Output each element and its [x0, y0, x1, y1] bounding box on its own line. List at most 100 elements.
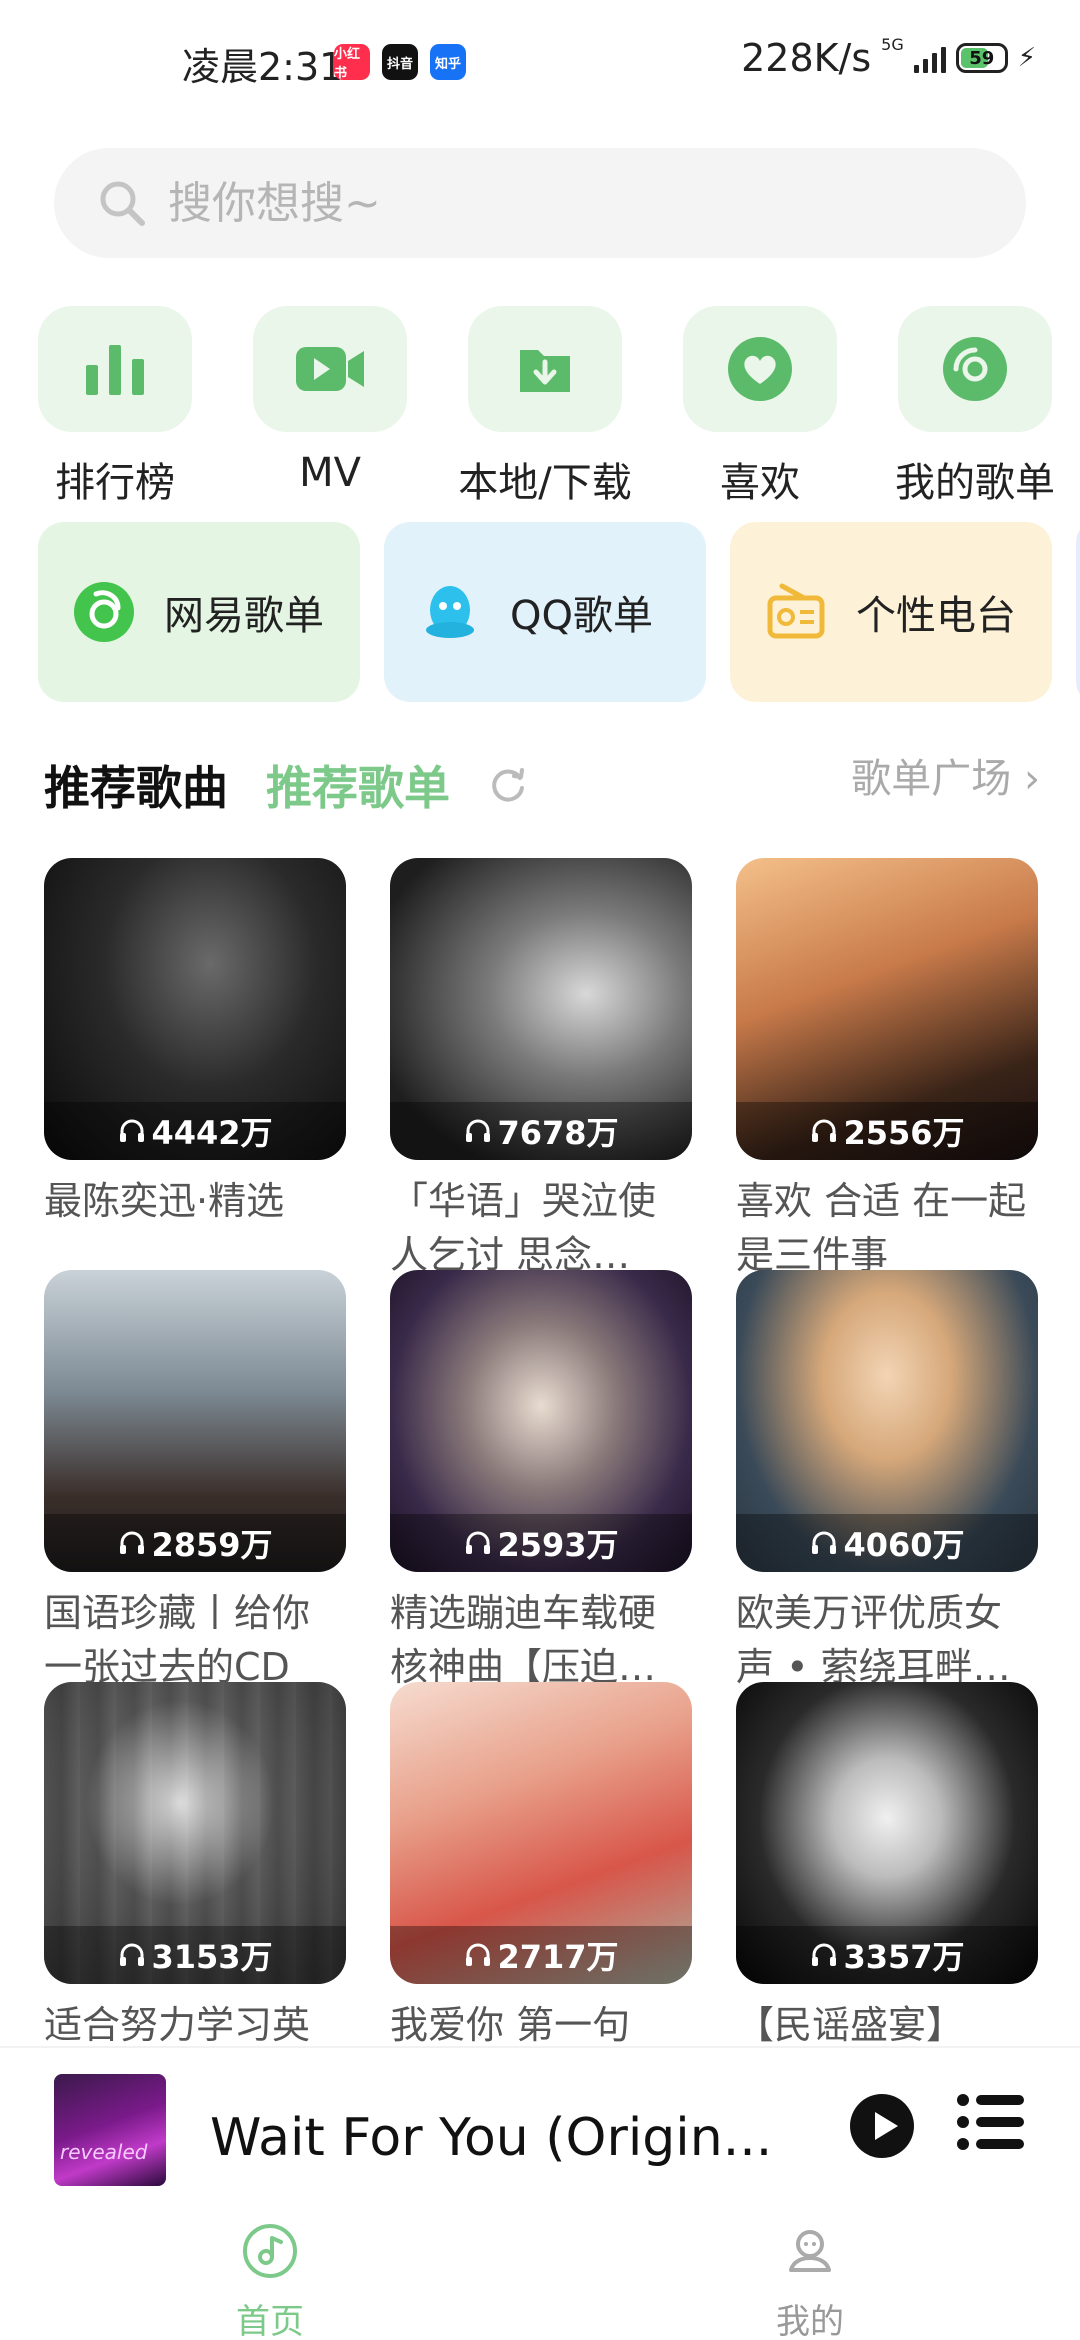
- user-icon: [789, 2230, 831, 2272]
- douyin-icon: 抖音: [382, 44, 418, 80]
- refresh-icon[interactable]: [488, 764, 528, 804]
- play-count: 4060万: [843, 1526, 965, 1564]
- playlist-card[interactable]: 3357万 【民谣盛宴】: [736, 1682, 1038, 2048]
- album-art[interactable]: revealed: [54, 2074, 166, 2186]
- playlist-card[interactable]: 4060万 欧美万评优质女声 • 萦绕耳畔…: [736, 1270, 1038, 1694]
- headphone-icon: [120, 1531, 145, 1554]
- quick-nav-favorites[interactable]: 喜欢: [675, 306, 845, 508]
- tab-label: 我的: [776, 2302, 844, 2340]
- network-speed: 228K/s: [741, 36, 872, 80]
- playlist-queue-icon[interactable]: [956, 2092, 1026, 2152]
- tab-recommended-songs[interactable]: 推荐歌曲: [44, 752, 228, 818]
- signal-icon: [913, 43, 946, 73]
- playlist-card[interactable]: 2556万 喜欢 合适 在一起 是三件事: [736, 858, 1038, 1282]
- status-right: 228K/s 5G 59 ⚡: [741, 34, 1036, 81]
- headphone-icon: [466, 1943, 491, 1966]
- now-playing-title[interactable]: Wait For You (Origin...: [210, 2108, 772, 2168]
- playlist-cover: 2556万: [736, 858, 1038, 1160]
- playlist-cover: 2717万: [390, 1682, 692, 1984]
- headphone-icon: [812, 1943, 837, 1966]
- playlist-cover: 3357万: [736, 1682, 1038, 1984]
- playlist-sources: 网易歌单 QQ歌单 个性电台: [38, 522, 1080, 702]
- tab-mine[interactable]: 我的: [710, 2222, 910, 2340]
- status-bar: 凌晨2:31 小红书 抖音 知乎 228K/s 5G 59 ⚡: [0, 0, 1080, 120]
- search-icon: [100, 181, 145, 226]
- play-count: 2556万: [843, 1114, 965, 1152]
- source-radio[interactable]: 个性电台: [730, 522, 1052, 702]
- headphone-icon: [812, 1531, 837, 1554]
- battery-icon: 59: [955, 43, 1008, 73]
- quick-nav-local-download[interactable]: 本地/下载: [458, 306, 632, 508]
- playlist-title: 喜欢 合适 在一起 是三件事: [736, 1179, 1027, 1277]
- xiaohongshu-icon: 小红书: [334, 44, 370, 81]
- playlist-cover: 2859万: [44, 1270, 346, 1572]
- heart-icon: [728, 337, 792, 401]
- playlist-title: 欧美万评优质女声 • 萦绕耳畔…: [736, 1591, 1011, 1689]
- search-bar[interactable]: [54, 148, 1026, 258]
- play-count: 7678万: [497, 1114, 619, 1152]
- network-type: 5G: [881, 34, 904, 54]
- quick-nav-label: 喜欢: [720, 460, 800, 506]
- playlist-cover: 7678万: [390, 858, 692, 1160]
- play-count: 4442万: [151, 1114, 273, 1152]
- playlist-title: 国语珍藏丨给你一张过去的CD: [44, 1591, 311, 1689]
- music-disc-icon: [243, 2224, 297, 2278]
- playlist-card[interactable]: 4442万 最陈奕迅·精选: [44, 858, 346, 1282]
- playlist-cover: 2593万: [390, 1270, 692, 1572]
- play-count: 2859万: [151, 1526, 273, 1564]
- source-label: 个性电台: [856, 593, 1016, 639]
- quick-nav-chart[interactable]: 排行榜: [30, 306, 200, 508]
- battery-level: 59: [969, 47, 995, 69]
- tab-home[interactable]: 首页: [170, 2222, 370, 2340]
- tab-label: 首页: [236, 2302, 304, 2340]
- video-icon: [296, 347, 364, 391]
- playlist-card[interactable]: 2593万 精选蹦迪车载硬核神曲【压迫…: [390, 1270, 692, 1694]
- headphone-icon: [466, 1119, 491, 1142]
- playlist-card[interactable]: 2859万 国语珍藏丨给你一张过去的CD: [44, 1270, 346, 1694]
- playlist-cover: 3153万: [44, 1682, 346, 1984]
- netease-icon: [74, 582, 134, 642]
- quick-nav-label: MV: [299, 450, 361, 496]
- playlist-card[interactable]: 7678万 「华语」哭泣使人乞讨 思念…: [390, 858, 692, 1282]
- quick-nav-my-playlists[interactable]: 我的歌单: [890, 306, 1060, 508]
- source-netease[interactable]: 网易歌单: [38, 522, 360, 702]
- qq-icon: [426, 586, 474, 638]
- bottom-tab-bar: 首页 我的: [0, 2206, 1080, 2340]
- source-more-peek[interactable]: [1076, 522, 1080, 702]
- play-count: 2717万: [497, 1938, 619, 1976]
- radio-icon: [767, 583, 825, 639]
- source-label: 网易歌单: [164, 593, 324, 639]
- disc-icon: [943, 337, 1007, 401]
- zhihu-icon: 知乎: [430, 44, 466, 80]
- play-count: 3153万: [151, 1938, 273, 1976]
- playlist-plaza-link[interactable]: 歌单广场 ›: [851, 746, 1040, 804]
- mini-player[interactable]: revealed Wait For You (Origin...: [0, 2046, 1080, 2206]
- playlist-title: 精选蹦迪车载硬核神曲【压迫…: [390, 1591, 657, 1689]
- headphone-icon: [120, 1943, 145, 1966]
- quick-nav-mv[interactable]: MV: [245, 306, 415, 508]
- chart-icon: [86, 345, 144, 395]
- playlist-title: 我爱你 第一句: [390, 2003, 631, 2047]
- playlist-title: 【民谣盛宴】: [736, 2003, 965, 2047]
- play-button[interactable]: [848, 2092, 916, 2160]
- playlist-grid: 4442万 最陈奕迅·精选 7678万 「华语」哭泣使人乞讨 思念… 2556万…: [44, 858, 1044, 2048]
- playlist-title: 最陈奕迅·精选: [44, 1179, 285, 1223]
- source-qq[interactable]: QQ歌单: [384, 522, 706, 702]
- playlist-card[interactable]: 3153万 适合努力学习英: [44, 1682, 346, 2048]
- status-notification-icons: 小红书 抖音 知乎: [334, 44, 466, 81]
- headphone-icon: [812, 1119, 837, 1142]
- search-input[interactable]: [168, 177, 968, 229]
- playlist-title: 适合努力学习英: [44, 2003, 311, 2047]
- play-count: 2593万: [497, 1526, 619, 1564]
- album-text: revealed: [60, 2140, 148, 2164]
- headphone-icon: [466, 1531, 491, 1554]
- tab-recommended-playlists[interactable]: 推荐歌单: [266, 752, 450, 818]
- charging-icon: ⚡: [1017, 43, 1036, 73]
- download-folder-icon: [520, 350, 570, 392]
- quick-nav-label: 本地/下载: [458, 460, 632, 506]
- status-time: 凌晨2:31: [182, 45, 344, 89]
- playlist-card[interactable]: 2717万 我爱你 第一句: [390, 1682, 692, 2048]
- quick-nav: 排行榜 MV 本地/下载 喜欢 我的歌单: [30, 306, 1060, 508]
- quick-nav-label: 排行榜: [55, 460, 175, 506]
- source-label: QQ歌单: [510, 593, 653, 639]
